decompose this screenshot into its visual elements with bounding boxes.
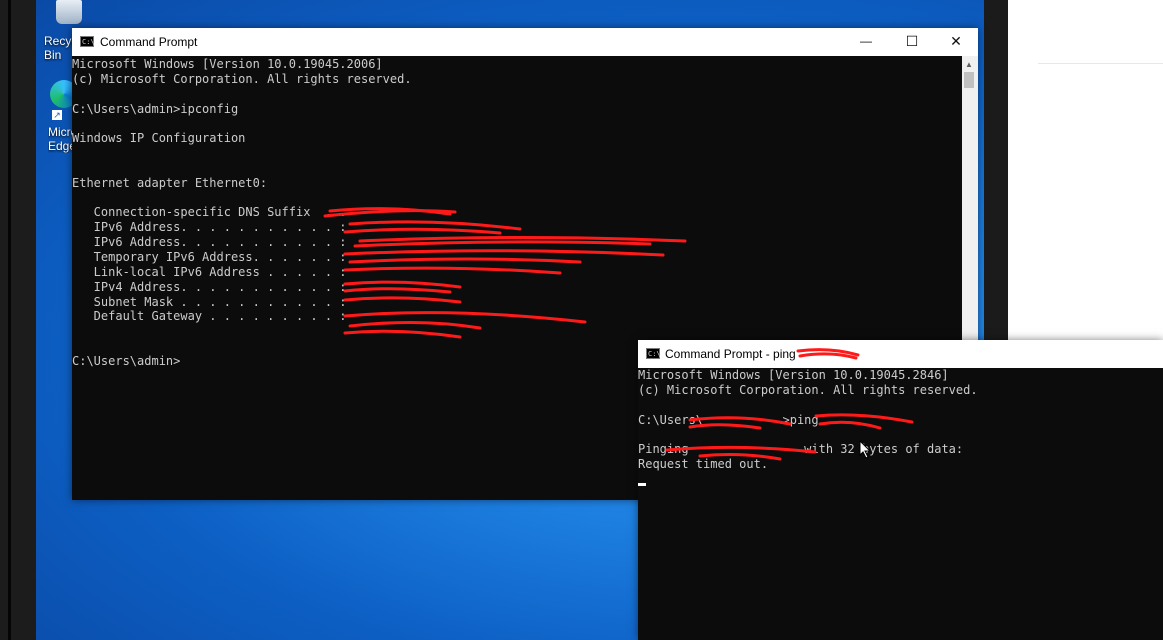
console-line: IPv6 Address. . . . . . . . . . . : [72, 220, 347, 235]
cmd-icon: C:\ [646, 348, 661, 359]
scroll-thumb[interactable] [964, 72, 974, 88]
console-line: Temporary IPv6 Address. . . . . . : [72, 249, 347, 264]
console-line: Connection-specific DNS Suffix . : [72, 205, 347, 220]
console-line: Microsoft Windows [Version 10.0.19045.20… [72, 57, 383, 71]
text-cursor [638, 483, 646, 486]
console-line: Subnet Mask . . . . . . . . . . . : [72, 294, 347, 309]
titlebar[interactable]: C:\ Command Prompt — ☐ ✕ [72, 28, 978, 56]
cmd-icon: C:\ [80, 36, 95, 47]
window-title: Command Prompt [100, 35, 198, 49]
console-line: Pinging with 32 bytes of data: [638, 442, 964, 457]
console-line: IPv4 Address. . . . . . . . . . . : [72, 279, 347, 294]
minimize-button[interactable]: — [844, 28, 888, 56]
window-title: Command Prompt - ping [665, 347, 796, 361]
console-line: IPv6 Address. . . . . . . . . . . : [72, 235, 347, 250]
console-output[interactable]: Microsoft Windows [Version 10.0.19045.28… [638, 368, 978, 472]
console-line: (c) Microsoft Corporation. All rights re… [638, 382, 978, 397]
background-window [1008, 0, 1163, 345]
maximize-button[interactable]: ☐ [890, 28, 934, 56]
console-line: Link-local IPv6 Address . . . . . : [72, 264, 347, 279]
command-prompt-ping-window[interactable]: C:\ Command Prompt - ping Microsoft Wind… [638, 340, 1163, 640]
ping-command: >ping [703, 412, 819, 427]
background-window-edge [984, 0, 1008, 345]
console-line: (c) Microsoft Corporation. All rights re… [72, 71, 412, 86]
mouse-pointer-icon [859, 440, 872, 459]
console-line: Ethernet adapter Ethernet0: [72, 175, 268, 190]
console-line: Windows IP Configuration [72, 131, 246, 146]
screen-frame-left [0, 0, 36, 640]
close-button[interactable]: ✕ [934, 28, 978, 56]
console-line: Default Gateway . . . . . . . . . : [72, 309, 347, 324]
console-line: C:\Users\admin> [72, 353, 181, 368]
recycle-bin-icon[interactable] [56, 0, 82, 24]
ping-bytes-text: with 32 bytes of data: [688, 442, 964, 457]
scroll-up-arrow[interactable]: ▲ [962, 58, 976, 72]
console-line: Request timed out. [638, 457, 769, 472]
shortcut-arrow-icon: ↗ [52, 110, 62, 120]
titlebar[interactable]: C:\ Command Prompt - ping [638, 340, 1163, 368]
console-line: C:\Users\ >ping [638, 412, 819, 427]
console-line: Microsoft Windows [Version 10.0.19045.28… [638, 368, 949, 382]
console-line: C:\Users\admin>ipconfig [72, 101, 239, 116]
console-output[interactable]: Microsoft Windows [Version 10.0.19045.20… [72, 57, 412, 369]
